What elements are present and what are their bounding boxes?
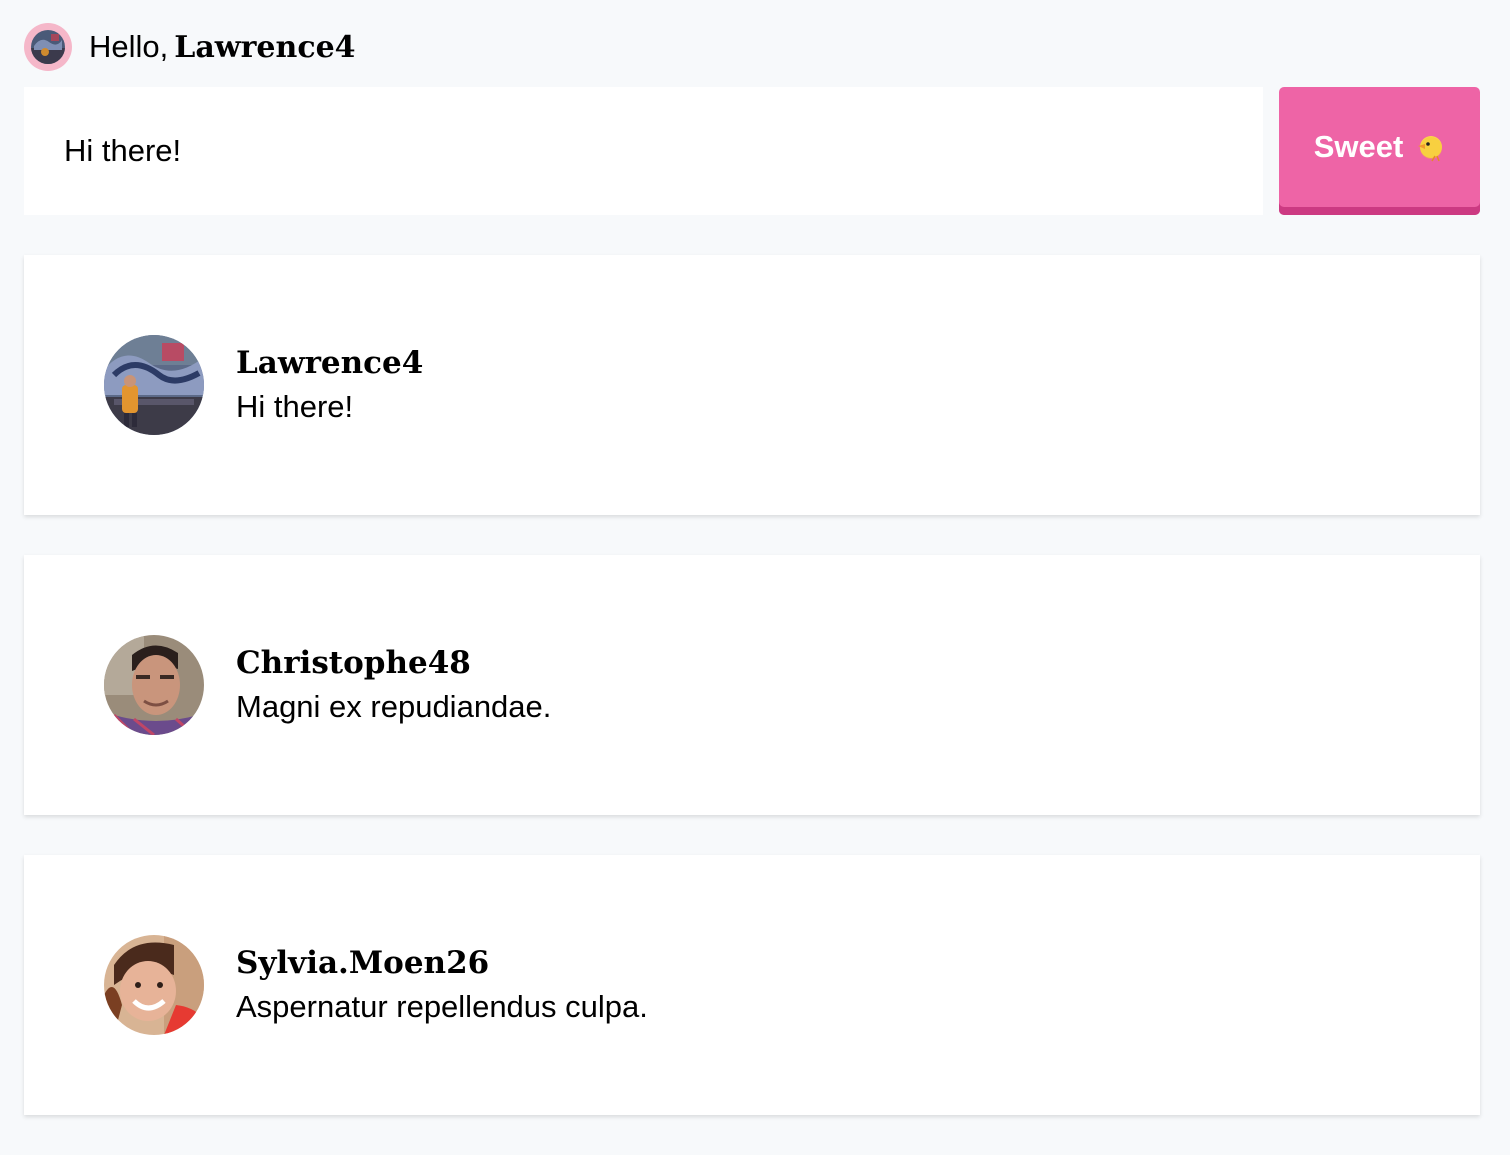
feed-card-text: Sylvia.Moen26 Aspernatur repellendus cul… — [236, 941, 648, 1029]
feed-message: Aspernatur repellendus culpa. — [236, 989, 648, 1024]
feed-card: Christophe48 Magni ex repudiandae. — [24, 555, 1480, 815]
graffiti-photo-icon[interactable] — [104, 335, 204, 435]
feed-card: Lawrence4 Hi there! — [24, 255, 1480, 515]
message-input[interactable] — [24, 87, 1263, 215]
greeting-header: Hello, Lawrence4 — [24, 22, 356, 72]
chick-icon — [1415, 132, 1445, 162]
sweet-button-label: Sweet — [1313, 129, 1404, 164]
message-feed: Lawrence4 Hi there! Christophe48 Magni e… — [24, 255, 1480, 1155]
feed-message: Magni ex repudiandae. — [236, 689, 552, 724]
feed-message: Hi there! — [236, 389, 354, 424]
current-user-avatar[interactable] — [24, 23, 72, 71]
feed-card-text: Lawrence4 Hi there! — [236, 341, 423, 429]
greeting-username: Lawrence4 — [174, 29, 356, 65]
greeting-prefix: Hello, — [89, 28, 169, 64]
sweet-button[interactable]: Sweet — [1279, 87, 1480, 215]
feed-card: Sylvia.Moen26 Aspernatur repellendus cul… — [24, 855, 1480, 1115]
feed-author[interactable]: Lawrence4 — [236, 341, 423, 385]
woman-photo-icon[interactable] — [104, 935, 204, 1035]
man-photo-icon[interactable] — [104, 635, 204, 735]
feed-card-text: Christophe48 Magni ex repudiandae. — [236, 641, 551, 729]
user-avatar-icon — [31, 30, 65, 64]
feed-author[interactable]: Christophe48 — [236, 641, 551, 685]
greeting-text: Hello, Lawrence4 — [89, 22, 356, 73]
feed-author[interactable]: Sylvia.Moen26 — [236, 941, 648, 985]
